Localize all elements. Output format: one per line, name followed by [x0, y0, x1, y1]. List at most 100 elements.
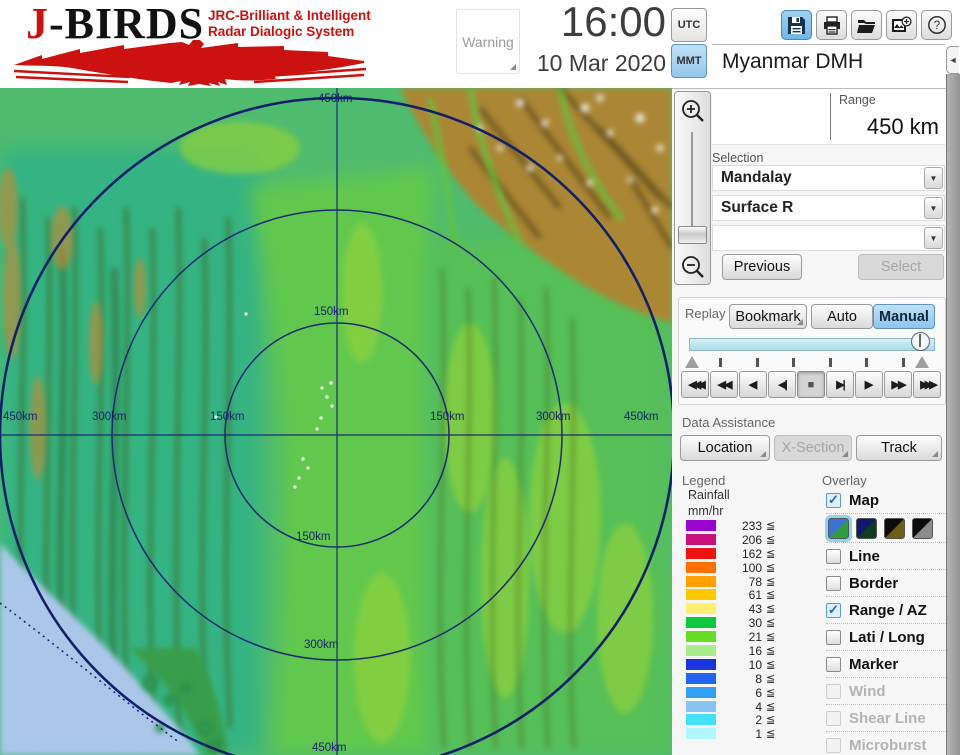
range-ring-label: 300km — [536, 411, 571, 423]
site-dropdown[interactable]: Mandalay ▼ — [712, 165, 945, 191]
add-image-button[interactable] — [886, 10, 917, 40]
legend-value: 43 — [748, 602, 762, 617]
fast-forward-button[interactable]: ▶▶ — [884, 371, 912, 398]
legend-value: 61 — [748, 588, 762, 603]
print-button[interactable] — [816, 10, 847, 40]
manual-button[interactable]: Manual — [873, 304, 935, 329]
bookmark-button[interactable]: Bookmark — [729, 304, 807, 329]
legend-value: 6 — [755, 685, 762, 700]
site-dropdown-arrow-icon[interactable]: ▼ — [924, 167, 943, 189]
bookmark-button-label: Bookmark — [735, 308, 801, 325]
zoom-slider-track[interactable] — [691, 132, 693, 226]
overlay-item-marker[interactable]: Marker — [826, 651, 948, 678]
fastest-rewind-button[interactable]: ◀◀◀ — [681, 371, 709, 398]
panel-scrollbar[interactable] — [946, 74, 960, 755]
map-style-swatch-1[interactable] — [825, 514, 852, 542]
overlay-checkbox[interactable] — [826, 683, 841, 699]
legend-value: 162 — [741, 546, 762, 561]
overlay-checkbox[interactable] — [826, 548, 841, 564]
overlay-item-map[interactable]: ✓ Map — [826, 487, 948, 514]
map-style-swatch-2[interactable] — [856, 517, 877, 539]
zoom-in-button[interactable] — [676, 93, 709, 128]
option-dropdown-arrow-icon[interactable]: ▼ — [924, 227, 943, 249]
overlay-checkbox[interactable]: ✓ — [826, 602, 841, 618]
legend-color-swatch — [686, 547, 716, 559]
legend-color-swatch — [686, 686, 716, 698]
overlay-item-wind[interactable]: Wind — [826, 678, 948, 705]
map-style-swatch-4[interactable] — [912, 517, 933, 539]
legend-value: 1 — [755, 727, 762, 742]
zoom-slider-thumb[interactable] — [678, 226, 707, 244]
auto-button[interactable]: Auto — [811, 304, 873, 329]
overlay-label: Range / AZ — [849, 601, 927, 619]
location-button[interactable]: Location — [680, 435, 770, 461]
stop-button[interactable]: ■ — [797, 371, 825, 398]
logo-subtitle-line2: Radar Dialogic System — [208, 24, 355, 39]
save-button[interactable] — [781, 10, 812, 40]
x-section-button[interactable]: X-Section — [774, 435, 852, 461]
play-backward-button[interactable]: ◀ — [739, 371, 767, 398]
legend-lte-symbol: ≦ — [766, 617, 776, 630]
overlay-item-border[interactable]: Border — [826, 570, 948, 597]
step-backward-button[interactable]: ◀| — [768, 371, 796, 398]
previous-button[interactable]: Previous — [722, 254, 802, 280]
radar-echo-dot — [244, 312, 248, 316]
help-icon: ? — [927, 16, 946, 34]
utc-button[interactable]: UTC — [671, 8, 707, 42]
legend-row: 43 ≦ — [682, 602, 812, 616]
map-style-swatch-3[interactable] — [884, 517, 905, 539]
jbirds-logo: J-BIRDS JRC-Brilliant & Intelligent Rada… — [8, 0, 371, 86]
legend-row: 10 ≦ — [682, 658, 812, 672]
overlay-checkbox[interactable] — [826, 629, 841, 645]
save-icon — [788, 16, 805, 34]
help-button[interactable]: ? — [921, 10, 952, 40]
option-dropdown[interactable]: ▼ — [712, 225, 945, 251]
radar-echo-dot — [320, 386, 324, 390]
fast-rewind-button[interactable]: ◀◀ — [710, 371, 738, 398]
open-folder-button[interactable] — [851, 10, 882, 40]
range-ring-label: 450km — [624, 411, 659, 423]
overlay-item-range-az[interactable]: ✓ Range / AZ — [826, 597, 948, 624]
overlay-checkbox[interactable]: ✓ — [826, 492, 841, 508]
legend-value: 10 — [748, 657, 762, 672]
legend-color-swatch — [686, 589, 716, 601]
overlay-checkbox[interactable] — [826, 737, 841, 753]
replay-slider-track[interactable] — [689, 338, 935, 351]
legend-row: 61 ≦ — [682, 588, 812, 602]
legend-color-swatch — [686, 714, 716, 726]
play-forward-button[interactable]: ▶ — [855, 371, 883, 398]
replay-slider-thumb[interactable] — [911, 332, 930, 351]
legend-rows: 233 ≦ 206 ≦ 162 ≦ 100 ≦ 78 ≦ 61 ≦ 43 ≦ 30 ≦ 21 ≦ 16 ≦ 10 ≦ 8 ≦ 6… — [682, 519, 812, 741]
select-button-label: Select — [880, 259, 922, 275]
slider-end-marker[interactable] — [915, 356, 929, 368]
panel-collapse-button[interactable]: ◄ — [946, 46, 959, 74]
station-name: Myanmar DMH — [722, 50, 864, 73]
radar-echo-dot — [319, 416, 323, 420]
print-icon — [823, 15, 840, 35]
logo-subtitle-line1: JRC-Brilliant & Intelligent — [208, 8, 371, 23]
mmt-button[interactable]: MMT — [671, 44, 707, 78]
radar-map[interactable]: 450km 300km 150km 150km 300km 450km 450km 150km… — [0, 88, 672, 755]
legend-color-swatch — [686, 700, 716, 712]
warning-button-label: Warning — [462, 33, 514, 50]
slider-start-marker[interactable] — [685, 356, 699, 368]
overlay-checkbox[interactable] — [826, 575, 841, 591]
overlay-checkbox[interactable] — [826, 710, 841, 726]
step-forward-button[interactable]: ▶| — [826, 371, 854, 398]
legend-value: 233 — [741, 519, 762, 533]
product-dropdown[interactable]: Surface R ▼ — [712, 195, 945, 221]
slider-tick — [719, 358, 722, 367]
overlay-item-lati-long[interactable]: Lati / Long — [826, 624, 948, 651]
track-button[interactable]: Track — [856, 435, 942, 461]
overlay-checkbox[interactable] — [826, 656, 841, 672]
zoom-out-button[interactable] — [676, 249, 709, 284]
utc-label: UTC — [677, 19, 701, 31]
overlay-item-microburst[interactable]: Microburst — [826, 732, 948, 755]
slider-tick — [865, 358, 868, 367]
fastest-forward-button[interactable]: ▶▶▶ — [913, 371, 941, 398]
overlay-item-line[interactable]: Line — [826, 543, 948, 570]
select-button[interactable]: Select — [858, 254, 944, 280]
radar-echo-dot — [297, 476, 301, 480]
overlay-item-shear-line[interactable]: Shear Line — [826, 705, 948, 732]
product-dropdown-arrow-icon[interactable]: ▼ — [924, 197, 943, 219]
